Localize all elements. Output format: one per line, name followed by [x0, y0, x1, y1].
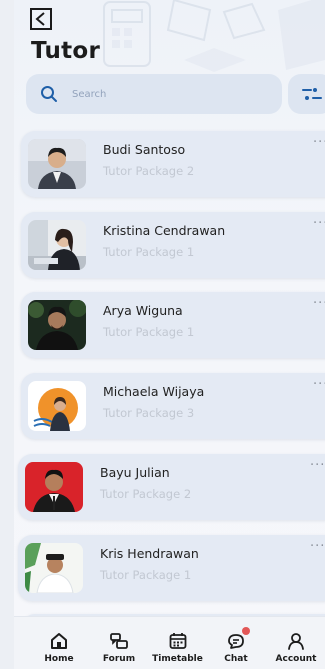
- nav-label: Chat: [224, 654, 248, 664]
- search-icon: [41, 86, 57, 102]
- nav-timetable[interactable]: Timetable: [150, 617, 205, 669]
- nav-forum[interactable]: Forum: [100, 617, 138, 669]
- tutor-name: Kris Hendrawan: [100, 546, 199, 561]
- tutor-card[interactable]: Kris Hendrawan Tutor Package 1 ···: [18, 535, 325, 601]
- nav-label: Home: [44, 654, 74, 664]
- more-options-icon[interactable]: ···: [313, 135, 325, 150]
- chevron-left-icon: [35, 12, 45, 26]
- tutor-name: Kristina Cendrawan: [103, 223, 226, 238]
- filter-icon: [302, 88, 322, 100]
- avatar: [28, 139, 86, 189]
- back-button[interactable]: [30, 8, 52, 30]
- avatar: [28, 381, 86, 431]
- forum-icon: [110, 633, 128, 649]
- more-options-icon[interactable]: ···: [313, 216, 325, 231]
- tutor-screen: Tutor Search Budi Santoso Tutor Package …: [14, 0, 325, 669]
- window-edge: [0, 0, 14, 669]
- nav-account[interactable]: Account: [273, 617, 319, 669]
- avatar: [25, 543, 83, 593]
- nav-home[interactable]: Home: [40, 617, 78, 669]
- more-options-icon[interactable]: ···: [310, 539, 325, 554]
- tutor-card[interactable]: Budi Santoso Tutor Package 2 ···: [21, 131, 325, 197]
- nav-chat[interactable]: Chat: [219, 617, 253, 669]
- search-input[interactable]: [70, 87, 264, 101]
- person-icon: [288, 633, 304, 650]
- filter-button[interactable]: [288, 74, 325, 114]
- tutor-package: Tutor Package 1: [100, 568, 192, 582]
- tutor-name: Michaela Wijaya: [103, 384, 205, 399]
- search-bar[interactable]: [26, 74, 282, 114]
- more-options-icon[interactable]: ···: [313, 377, 325, 392]
- tutor-name: Arya Wiguna: [103, 303, 183, 318]
- tutor-card[interactable]: Michaela Wijaya Tutor Package 3 ···: [21, 373, 325, 439]
- tutor-name: Bayu Julian: [100, 465, 170, 480]
- home-icon: [51, 633, 67, 649]
- tutor-package: Tutor Package 2: [103, 164, 195, 178]
- calendar-icon: [169, 633, 186, 649]
- tutor-package: Tutor Package 3: [103, 406, 195, 420]
- more-options-icon[interactable]: ···: [313, 296, 325, 311]
- nav-label: Timetable: [152, 654, 203, 664]
- tutor-package: Tutor Package 1: [103, 325, 195, 339]
- tutor-name: Budi Santoso: [103, 142, 186, 157]
- page-title: Tutor: [31, 38, 101, 64]
- tutor-package: Tutor Package 1: [103, 245, 195, 259]
- notification-badge: [242, 627, 250, 635]
- nav-label: Account: [275, 654, 317, 664]
- nav-label: Forum: [102, 654, 136, 664]
- tutor-card[interactable]: Bayu Julian Tutor Package 2 ···: [18, 454, 325, 520]
- avatar: [25, 462, 83, 512]
- more-options-icon[interactable]: ···: [310, 458, 325, 473]
- tutor-package: Tutor Package 2: [100, 487, 192, 501]
- avatar: [28, 300, 86, 350]
- tutor-card[interactable]: Arya Wiguna Tutor Package 1 ···: [21, 292, 325, 358]
- tutor-card[interactable]: Kristina Cendrawan Tutor Package 1 ···: [21, 212, 325, 278]
- avatar: [28, 220, 86, 270]
- bottom-nav: Home Forum Timetable Chat Account: [14, 616, 325, 669]
